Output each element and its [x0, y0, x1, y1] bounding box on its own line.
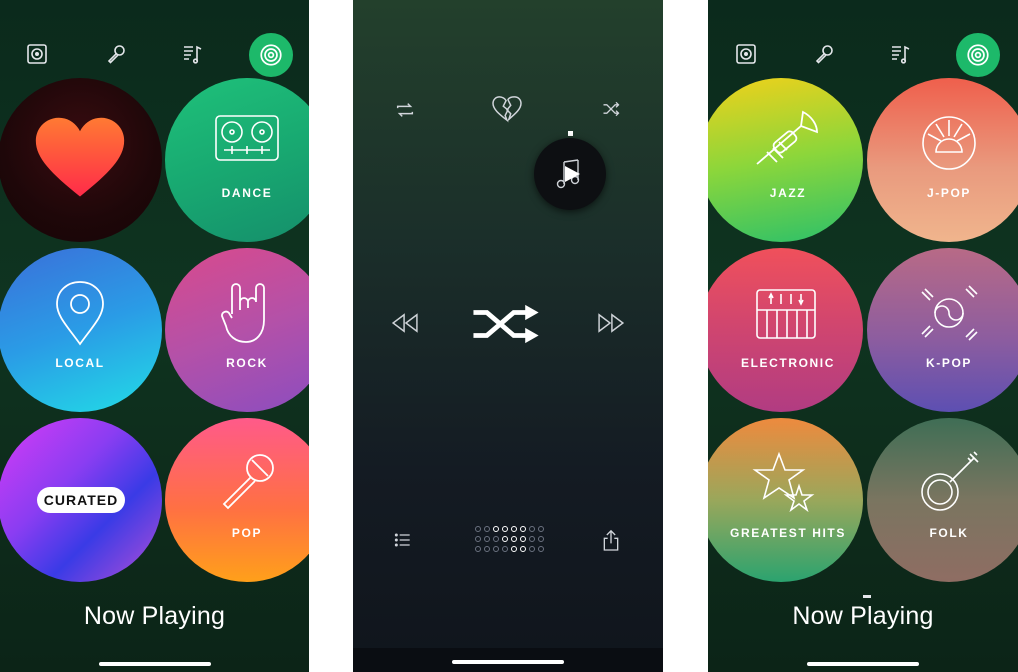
stars-icon — [752, 451, 815, 513]
shuffle-small-icon[interactable] — [598, 97, 624, 121]
progress-marker — [568, 131, 573, 136]
location-pin-icon — [56, 281, 104, 346]
screen-player — [353, 0, 663, 672]
speaker-icon[interactable] — [732, 40, 760, 68]
music-list-icon[interactable] — [887, 40, 915, 68]
microphone-icon[interactable] — [810, 40, 838, 68]
play-note-icon — [556, 159, 580, 189]
microphone-icon — [222, 454, 274, 510]
genre-label: JAZZ — [769, 186, 807, 200]
list-icon[interactable] — [391, 528, 415, 552]
genre-folk[interactable]: FOLK — [867, 418, 1018, 582]
genre-jpop[interactable]: J-POP — [867, 78, 1018, 242]
genre-label: DANCE — [221, 186, 273, 200]
curated-badge: CURATED — [37, 487, 125, 513]
turntable-icon — [215, 115, 279, 161]
genre-label: ELECTRONIC — [741, 356, 835, 370]
genre-label: J-POP — [926, 186, 971, 200]
microphone-icon[interactable] — [102, 40, 130, 68]
genre-local[interactable]: LOCAL — [0, 248, 162, 412]
genre-dance[interactable]: DANCE — [165, 78, 309, 242]
repeat-icon[interactable] — [391, 96, 419, 124]
now-playing-label[interactable]: Now Playing — [708, 602, 1018, 631]
genre-label: POP — [231, 526, 263, 540]
play-button[interactable] — [534, 138, 606, 210]
rock-hand-icon — [221, 283, 265, 343]
home-indicator[interactable] — [452, 660, 564, 664]
rising-sun-icon — [922, 116, 976, 170]
genre-label: ROCK — [226, 356, 268, 370]
keyboard-icon — [756, 289, 816, 339]
screen-genres-2: JAZZ J-POP ELECTRONIC K-POP GREATEST HIT… — [708, 0, 1018, 672]
home-indicator[interactable] — [98, 662, 211, 666]
genre-rock[interactable]: ROCK — [165, 248, 309, 412]
speaker-icon[interactable] — [23, 40, 51, 68]
now-playing-label[interactable]: Now Playing — [0, 602, 309, 631]
genre-pop[interactable]: POP — [165, 418, 309, 582]
genre-label: LOCAL — [55, 356, 105, 370]
trumpet-icon — [756, 110, 818, 165]
banjo-icon — [921, 451, 979, 511]
genre-electronic[interactable]: ELECTRONIC — [708, 248, 863, 412]
heart-icon — [35, 117, 125, 197]
rewind-icon[interactable] — [387, 308, 423, 338]
share-icon[interactable] — [599, 526, 623, 554]
radio-icon[interactable] — [956, 33, 1000, 77]
genre-label: GREATEST HITS — [730, 526, 846, 540]
radio-icon[interactable] — [249, 33, 293, 77]
genre-favorites[interactable] — [0, 78, 162, 242]
home-indicator[interactable] — [807, 662, 919, 666]
genre-label: K-POP — [925, 356, 972, 370]
genre-greatest-hits[interactable]: GREATEST HITS — [708, 418, 863, 582]
taegeuk-icon — [921, 285, 978, 341]
music-list-icon[interactable] — [179, 40, 207, 68]
page-dots[interactable] — [475, 524, 544, 556]
shuffle-large-icon[interactable] — [470, 300, 544, 348]
fast-forward-icon[interactable] — [593, 308, 629, 338]
broken-heart-icon[interactable] — [490, 94, 524, 124]
screen-genres-1: DANCE LOCAL ROCK CURATED POP Now Playing — [0, 0, 309, 672]
genre-label: FOLK — [929, 526, 969, 540]
genre-kpop[interactable]: K-POP — [867, 248, 1018, 412]
scroll-marker — [863, 595, 871, 598]
genre-jazz[interactable]: JAZZ — [708, 78, 863, 242]
